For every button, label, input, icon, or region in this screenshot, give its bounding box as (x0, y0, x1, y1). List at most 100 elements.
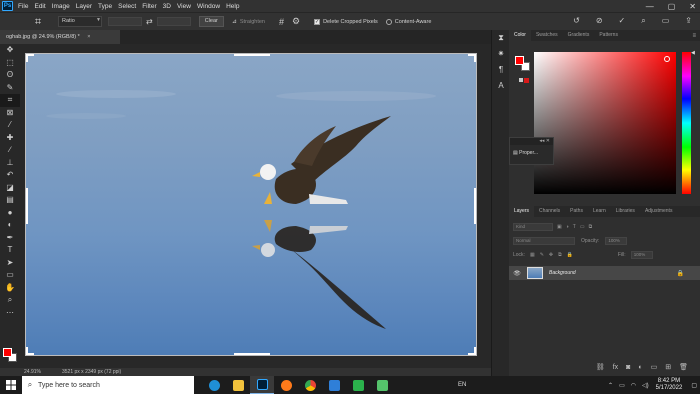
lock-move-icon[interactable]: ✥ (549, 252, 553, 258)
workspace-icon[interactable]: ▭ (662, 16, 670, 26)
hue-slider[interactable] (682, 52, 691, 194)
color-picker-field[interactable] (534, 52, 676, 194)
stamp-icon[interactable]: ⊥ (0, 157, 20, 170)
taskbar-chrome[interactable] (298, 376, 322, 394)
path-select-icon[interactable]: ➤ (0, 257, 20, 270)
tab-paths[interactable]: Paths (565, 206, 588, 217)
swap-icon[interactable]: ⇄ (146, 17, 153, 26)
lock-artboard-icon[interactable]: ⧉ (558, 252, 562, 258)
history-icon[interactable]: ⧗ (492, 30, 510, 46)
menu-file[interactable]: File (15, 3, 31, 10)
straighten-icon[interactable]: ⊿ (232, 18, 237, 25)
hand-icon[interactable]: ✋ (0, 282, 20, 295)
crop-height-field[interactable] (156, 17, 191, 26)
brush-icon[interactable]: ∕ (0, 144, 20, 157)
maximize-button[interactable]: ▢ (668, 2, 676, 11)
search-icon[interactable]: ⌕ (641, 16, 645, 26)
menu-3d[interactable]: 3D (160, 3, 174, 10)
eye-icon[interactable]: 👁 (509, 270, 525, 277)
delete-cropped-checkbox[interactable]: ✓ (314, 18, 321, 25)
new-layer-icon[interactable]: ⊞ (665, 363, 671, 371)
color-picker-ring[interactable] (664, 56, 670, 62)
gear-icon[interactable]: ⚙ (292, 16, 300, 27)
tab-libraries[interactable]: Libraries (611, 206, 640, 217)
mask-icon[interactable]: ◙ (626, 364, 630, 371)
fx-icon[interactable]: fx (613, 364, 618, 371)
more-tools-icon[interactable]: ⋯ (0, 307, 20, 320)
lasso-icon[interactable]: ʘ (0, 69, 20, 82)
crop-handle-bottom-left-v[interactable] (26, 347, 28, 355)
start-button[interactable] (0, 380, 22, 390)
overlay-grid-icon[interactable]: # (279, 17, 284, 27)
taskbar-search[interactable]: ⌕ Type here to search (22, 376, 194, 394)
menu-window[interactable]: Window (194, 3, 223, 10)
tab-patterns[interactable]: Patterns (594, 30, 623, 41)
shape-icon[interactable]: ▭ (0, 269, 20, 282)
clock[interactable]: 8:42 PM 5/17/2022 (656, 378, 683, 392)
taskbar-photoshop[interactable] (250, 376, 274, 394)
eagle-photo[interactable] (25, 53, 477, 356)
menu-view[interactable]: View (174, 3, 194, 10)
menu-layer[interactable]: Layer (73, 3, 95, 10)
properties-panel-header[interactable]: ◂◂ ✕ (510, 138, 553, 145)
minimize-button[interactable]: — (646, 2, 654, 11)
eyedropper-icon[interactable]: ⁄ (0, 119, 20, 132)
adjustments-icon[interactable]: ✷ (492, 46, 510, 62)
crop-handle-top-left-v[interactable] (26, 54, 28, 62)
layer-name[interactable]: Background (549, 270, 576, 276)
menu-select[interactable]: Select (115, 3, 139, 10)
crop-tool-preset-icon[interactable]: ⌗ (30, 15, 46, 29)
taskbar-app-blue[interactable] (322, 376, 346, 394)
crop-handle-bottom-right-v[interactable] (474, 347, 476, 355)
photoshop-logo[interactable]: Ps (2, 1, 13, 11)
move-icon[interactable]: ✥ (0, 44, 20, 57)
commit-icon[interactable]: ✓ (619, 16, 626, 26)
gamut-warning-icon[interactable] (524, 78, 529, 83)
layer-background[interactable]: 👁 Background 🔒 (509, 266, 700, 280)
close-icon[interactable]: × (87, 34, 90, 40)
document-tab[interactable]: oghab.jpg @ 24.9% (RGB/8) * × (0, 30, 120, 44)
frame-icon[interactable]: ⊠ (0, 107, 20, 120)
menu-type[interactable]: Type (95, 3, 115, 10)
crop-handle-bottom[interactable] (234, 353, 270, 355)
adjustment-layer-icon[interactable]: ◐ (638, 364, 642, 371)
pen-icon[interactable]: ✒ (0, 232, 20, 245)
foreground-color-chip[interactable] (515, 56, 524, 65)
filter-smart-icon[interactable]: ⧉ (589, 224, 593, 230)
notification-icon[interactable]: ▢ (691, 382, 697, 389)
paragraph-icon[interactable]: ¶ (492, 62, 510, 78)
menu-help[interactable]: Help (223, 3, 242, 10)
tab-swatches[interactable]: Swatches (531, 30, 563, 41)
language-indicator[interactable]: EN (458, 382, 466, 388)
crop-width-field[interactable] (108, 17, 142, 26)
foreground-color-swatch[interactable] (3, 348, 12, 357)
clear-button[interactable]: Clear (198, 16, 224, 27)
panel-menu-icon[interactable]: ≡ (692, 33, 696, 39)
share-icon[interactable]: ⇪ (685, 16, 692, 26)
history-brush-icon[interactable]: ↶ (0, 169, 20, 182)
web-safe-warning-icon[interactable] (519, 78, 523, 82)
menu-edit[interactable]: Edit (31, 3, 48, 10)
tab-gradients[interactable]: Gradients (563, 30, 595, 41)
crop-icon[interactable]: ⌗ (0, 94, 20, 107)
lock-all-icon[interactable]: 🔒 (567, 252, 573, 258)
link-icon[interactable]: ⛓ (596, 363, 605, 371)
taskbar-edge[interactable] (202, 376, 226, 394)
wifi-icon[interactable]: ◠ (631, 382, 636, 389)
battery-icon[interactable]: ▭ (619, 382, 625, 389)
straighten-label[interactable]: Straighten (240, 19, 265, 25)
taskbar-app-green-2[interactable] (370, 376, 394, 394)
gradient-icon[interactable]: ▤ (0, 194, 20, 207)
chevron-up-icon[interactable]: ⌃ (608, 382, 613, 389)
tab-color[interactable]: Color (509, 30, 531, 41)
dodge-icon[interactable]: ◐ (0, 219, 20, 232)
hue-slider-handle-icon[interactable]: ◀ (691, 50, 695, 56)
lock-paint-icon[interactable]: ✎ (540, 252, 544, 258)
taskbar-file-explorer[interactable] (226, 376, 250, 394)
menu-image[interactable]: Image (49, 3, 73, 10)
group-icon[interactable]: ▭ (651, 363, 658, 371)
filter-shape-icon[interactable]: ▭ (580, 224, 585, 230)
lock-icon[interactable]: 🔒 (677, 270, 684, 277)
layer-kind-filter[interactable]: Kind (513, 222, 553, 231)
taskbar-firefox[interactable] (274, 376, 298, 394)
